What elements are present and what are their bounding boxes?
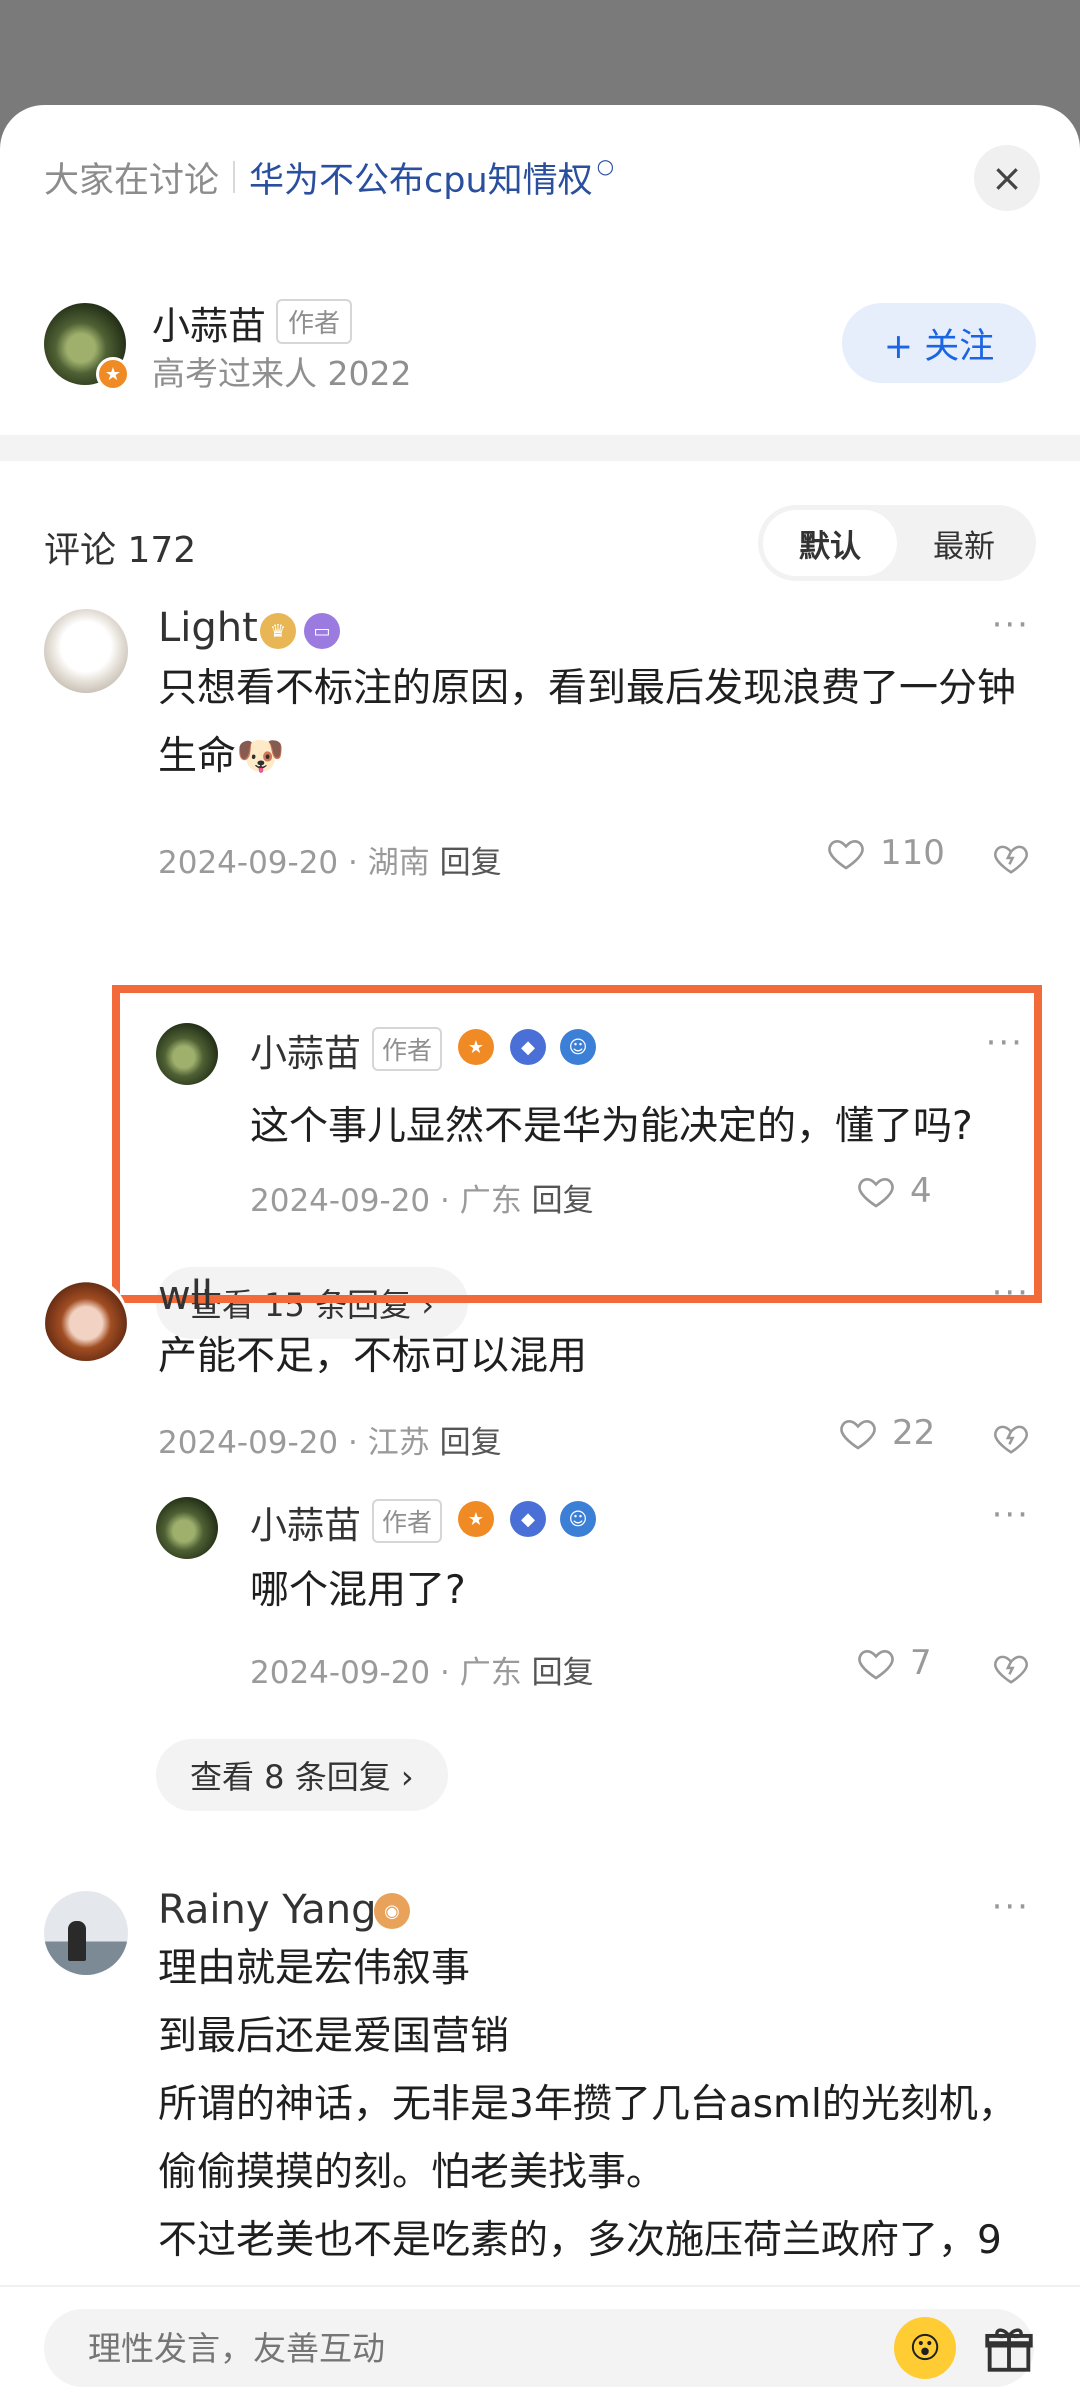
gift-icon[interactable] [980, 2319, 1038, 2377]
author-tag: 作者 [276, 299, 353, 344]
heart-icon [828, 839, 864, 870]
sort-toggle: 默认 最新 [758, 505, 1036, 581]
search-icon[interactable]: ○ [597, 154, 614, 178]
dislike-icon[interactable] [992, 1419, 1030, 1457]
more-icon[interactable]: ··· [992, 1887, 1030, 1927]
more-icon[interactable]: ··· [992, 1273, 1030, 1313]
highlight-box [112, 985, 1042, 1303]
close-icon: × [991, 156, 1023, 200]
more-icon[interactable]: ··· [992, 1495, 1030, 1535]
emoji-icon[interactable]: 😮 [894, 2317, 956, 2379]
reply-meta: 2024-09-20 · 广东 回复 [250, 1655, 594, 1691]
comment-meta: 2024-09-20 · 湖南 回复 [158, 845, 502, 881]
comment-text: 产能不足，不标可以混用 [158, 1334, 588, 1379]
author-subtitle: 高考过来人 2022 [152, 354, 412, 393]
like-button[interactable]: 22 [838, 1413, 935, 1453]
crown-badge-icon: ♛ [260, 613, 296, 649]
comment-input[interactable] [88, 2329, 788, 2368]
eye-badge-icon: ◉ [374, 1893, 410, 1929]
reply-avatar[interactable] [156, 1497, 218, 1559]
comment-username[interactable]: Rainy Yang [158, 1887, 376, 1933]
comment-sheet: 大家在讨论 华为不公布cpu知情权 ○ × ★ 小蒜苗 作者 高考过来人 202… [0, 105, 1080, 2403]
sort-latest-tab[interactable]: 最新 [897, 510, 1031, 576]
mascot-badge-icon: ☺ [560, 1501, 596, 1537]
author-row: ★ 小蒜苗 作者 高考过来人 2022 + 关注 [44, 295, 1036, 395]
dog-emoji-icon: 🐶 [236, 734, 285, 779]
view-more-replies-button[interactable]: 查看 8 条回复 › [156, 1739, 448, 1811]
author-name[interactable]: 小蒜苗 [152, 295, 266, 350]
close-button[interactable]: × [974, 145, 1040, 211]
topic-link[interactable]: 华为不公布cpu知情权 [249, 152, 593, 203]
comment-username[interactable]: wll [158, 1273, 213, 1319]
more-icon[interactable]: ··· [992, 605, 1030, 645]
sort-default-tab[interactable]: 默认 [763, 510, 897, 576]
message-badge-icon: ▭ [304, 613, 340, 649]
follow-button[interactable]: + 关注 [842, 303, 1036, 383]
like-button[interactable]: 7 [856, 1643, 932, 1683]
topic-divider [233, 161, 236, 193]
dislike-icon[interactable] [992, 1649, 1030, 1687]
comment-text: 理由就是宏伟叙事 到最后还是爱国营销 所谓的神话，无非是3年攒了几台asml的光… [158, 1946, 1017, 2263]
avatar[interactable] [44, 1277, 128, 1361]
comments-count: 评论 172 [44, 530, 197, 571]
avatar[interactable] [44, 609, 128, 693]
topic-bar: 大家在讨论 华为不公布cpu知情权 ○ [44, 147, 614, 207]
comment-text: 只想看不标注的原因，看到最后发现浪费了一分钟生命🐶 [158, 666, 1017, 779]
reply-button[interactable]: 回复 [440, 845, 502, 881]
comment-username[interactable]: Light [158, 605, 258, 651]
like-button[interactable]: 110 [826, 833, 945, 873]
reply-button[interactable]: 回复 [532, 1655, 594, 1691]
like-count: 110 [880, 833, 945, 873]
like-count: 7 [910, 1643, 932, 1683]
section-divider [0, 435, 1080, 461]
like-count: 22 [892, 1413, 936, 1453]
diamond-badge-icon: ◆ [510, 1501, 546, 1537]
comment-input-pill[interactable]: 😮 [44, 2309, 1034, 2387]
comments-header: 评论 172 默认 最新 [44, 505, 1036, 585]
avatar[interactable] [44, 1891, 128, 1975]
heart-icon [840, 1419, 876, 1450]
level-badge-icon: ★ [458, 1501, 494, 1537]
reply-button[interactable]: 回复 [440, 1425, 502, 1461]
author-level-badge-icon: ★ [96, 357, 130, 391]
reply-author-tag: 作者 [372, 1499, 443, 1543]
reply-text: 哪个混用了? [250, 1568, 466, 1613]
reply-username[interactable]: 小蒜苗 [250, 1495, 361, 1549]
comment-input-bar: 😮 [0, 2285, 1080, 2403]
dislike-icon[interactable] [992, 839, 1030, 877]
topic-prefix: 大家在讨论 [44, 160, 220, 201]
heart-icon [858, 1649, 894, 1680]
comment-meta: 2024-09-20 · 江苏 回复 [158, 1425, 502, 1461]
